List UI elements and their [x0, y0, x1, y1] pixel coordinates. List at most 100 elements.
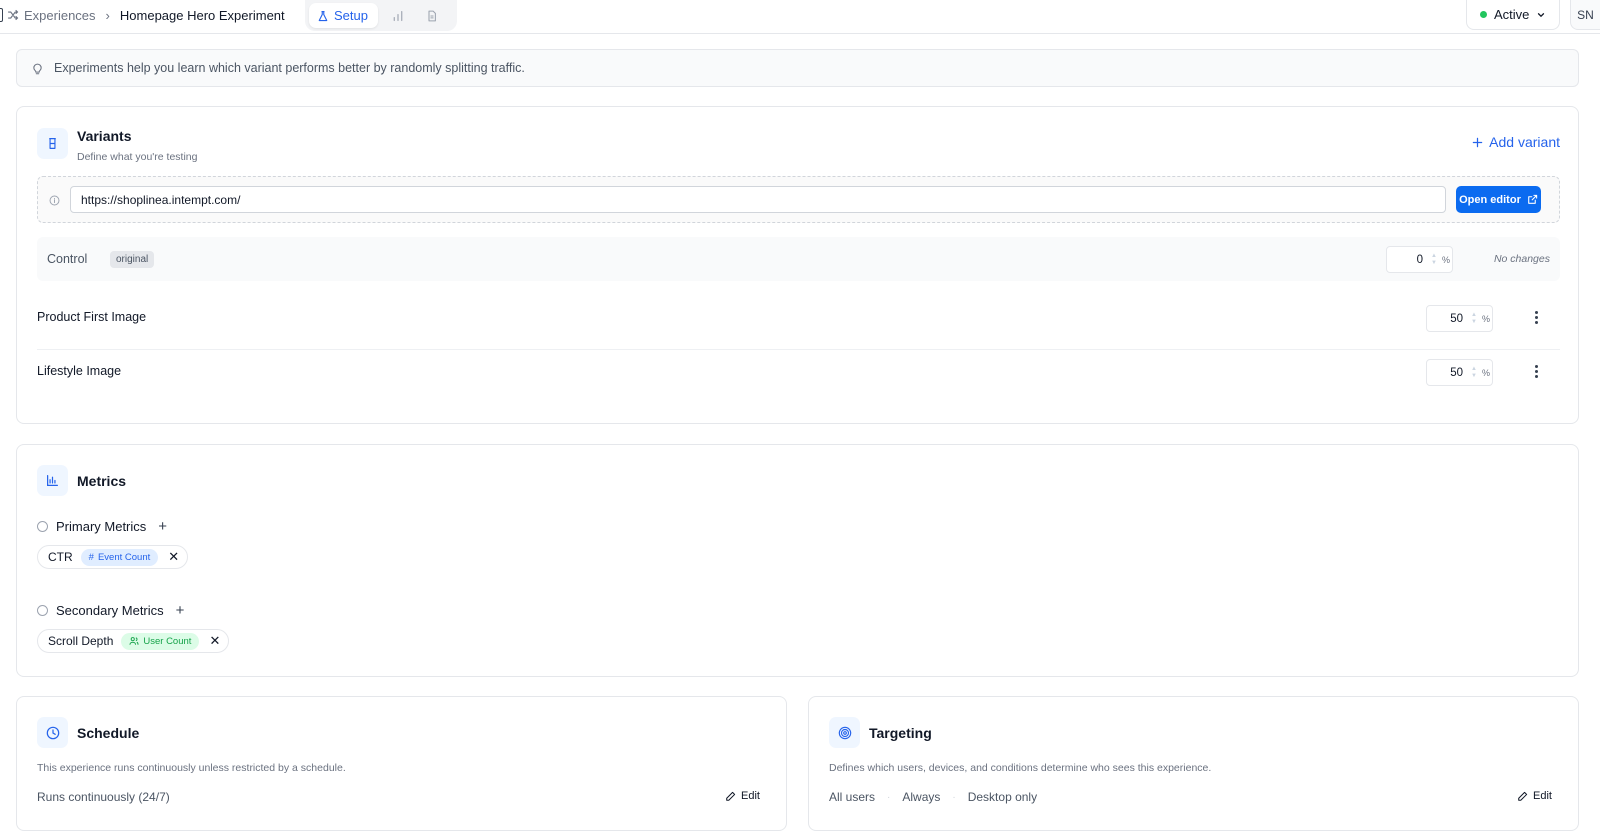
pencil-icon — [726, 791, 736, 801]
targeting-audience: All users — [829, 790, 876, 804]
more-options-icon[interactable] — [1535, 365, 1538, 378]
more-options-icon[interactable] — [1535, 311, 1538, 324]
primary-metrics-title: Primary Metrics — [56, 519, 147, 534]
metric-type-label: Event Count — [97, 551, 151, 563]
variant-row: Lifestyle Image 50 ▲ ▼ % — [37, 346, 1560, 396]
avatar[interactable]: SN — [1570, 0, 1600, 30]
percent-unit: % — [1481, 367, 1490, 378]
variant-row: Product First Image 50 ▲ ▼ % — [37, 292, 1560, 342]
editor-url-input[interactable] — [70, 186, 1446, 213]
targeting-description: Defines which users, devices, and condit… — [829, 762, 1212, 774]
percent-stepper-icon[interactable]: ▲ ▼ — [1471, 312, 1477, 325]
targeting-title: Targeting — [869, 725, 932, 741]
percent-unit: % — [1441, 254, 1450, 265]
clock-icon — [46, 726, 59, 739]
add-variant-label: Add variant — [1489, 134, 1560, 150]
shuffle-icon — [7, 9, 19, 21]
percent-stepper-icon[interactable]: ▲ ▼ — [1431, 253, 1437, 266]
info-icon — [37, 605, 48, 616]
primary-metrics-header: Primary Metrics + — [37, 518, 167, 535]
control-note: No changes — [1493, 253, 1550, 265]
lightbulb-icon — [33, 63, 42, 74]
sidebar-toggle-icon[interactable] — [0, 8, 3, 22]
status-dropdown[interactable]: Active — [1466, 0, 1560, 30]
add-variant-button[interactable]: Add variant — [1472, 134, 1560, 150]
metrics-card-icon-wrap — [37, 465, 68, 496]
targeting-card-icon-wrap — [829, 717, 860, 748]
percent-stepper-icon[interactable]: ▲ ▼ — [1471, 366, 1477, 379]
page-title: Homepage Hero Experiment — [119, 7, 285, 23]
edit-targeting-button[interactable]: Edit — [1517, 790, 1552, 802]
control-percent-input[interactable]: 0 ▲ ▼ % — [1386, 246, 1453, 273]
editor-url-box: Open editor — [37, 176, 1560, 223]
breadcrumb-separator: › — [105, 7, 110, 23]
users-icon — [129, 637, 139, 645]
control-percent-value: 0 — [1416, 253, 1423, 266]
schedule-description: This experience runs continuously unless… — [37, 762, 346, 774]
remove-metric-icon[interactable]: ✕ — [209, 633, 220, 649]
variants-card: Variants Define what you're testing Add … — [16, 106, 1579, 424]
pencil-icon — [1518, 791, 1528, 801]
top-bar: Experiences › Homepage Hero Experiment S… — [0, 0, 1600, 34]
variant-label: Lifestyle Image — [37, 364, 122, 378]
add-primary-metric-icon[interactable]: + — [158, 518, 167, 535]
info-banner: Experiments help you learn which variant… — [16, 49, 1579, 87]
percent-unit: % — [1481, 313, 1490, 324]
tab-setup-label: Setup — [334, 8, 368, 23]
targeting-card: Targeting Defines which users, devices, … — [808, 696, 1579, 831]
status-label: Active — [1494, 7, 1530, 22]
variants-title: Variants — [77, 128, 132, 144]
metric-type-tag: User Count — [121, 632, 200, 650]
targeting-summary: All users · Always · Desktop only — [829, 790, 1037, 804]
variants-subtitle: Define what you're testing — [77, 151, 198, 163]
targeting-separator: · — [887, 791, 891, 803]
breadcrumb: Experiences › Homepage Hero Experiment — [0, 0, 285, 30]
status-dot — [1480, 11, 1487, 18]
metric-name: Scroll Depth — [48, 634, 114, 648]
variant-percent-input[interactable]: 50 ▲ ▼ % — [1426, 359, 1493, 386]
open-editor-label: Open editor — [1459, 193, 1521, 206]
bar-chart-icon — [393, 10, 403, 21]
bar-chart-icon — [47, 475, 58, 486]
targeting-separator: · — [952, 791, 956, 803]
metric-type-tag: # Event Count — [80, 548, 159, 566]
metric-name: CTR — [48, 550, 73, 564]
variant-percent-input[interactable]: 50 ▲ ▼ % — [1426, 305, 1493, 332]
tab-report[interactable] — [418, 3, 446, 28]
variant-percent-value: 50 — [1450, 312, 1463, 325]
external-link-icon — [1528, 194, 1538, 204]
variant-percent-value: 50 — [1450, 366, 1463, 379]
edit-label: Edit — [741, 790, 760, 802]
open-editor-button[interactable]: Open editor — [1456, 186, 1541, 213]
target-icon — [838, 726, 851, 739]
targeting-device: Desktop only — [967, 790, 1038, 804]
tab-setup[interactable]: Setup — [309, 3, 378, 28]
remove-metric-icon[interactable]: ✕ — [168, 549, 179, 565]
control-variant-row: Control original 0 ▲ ▼ % No changes — [37, 237, 1560, 281]
control-label: Control — [47, 252, 88, 266]
add-secondary-metric-icon[interactable]: + — [176, 602, 185, 619]
secondary-metrics-title: Secondary Metrics — [56, 603, 164, 618]
flask-icon — [318, 10, 328, 21]
beaker-icon — [49, 138, 56, 149]
tab-bar: Setup — [305, 0, 457, 31]
schedule-title: Schedule — [77, 725, 140, 741]
metrics-title: Metrics — [77, 473, 127, 489]
schedule-value: Runs continuously (24/7) — [37, 790, 170, 804]
breadcrumb-experiences-link[interactable]: Experiences — [7, 8, 96, 23]
edit-label: Edit — [1533, 790, 1552, 802]
document-icon — [428, 10, 436, 21]
variants-card-icon-wrap — [37, 128, 68, 159]
tab-results[interactable] — [384, 3, 412, 28]
original-badge: original — [110, 251, 155, 268]
schedule-card-icon-wrap — [37, 717, 68, 748]
info-banner-text: Experiments help you learn which variant… — [54, 61, 525, 75]
metric-type-label: User Count — [143, 635, 192, 647]
metric-chip: Scroll Depth User Count ✕ — [37, 629, 230, 653]
variant-label: Product First Image — [37, 310, 147, 324]
targeting-timing: Always — [902, 790, 941, 804]
edit-schedule-button[interactable]: Edit — [725, 790, 760, 802]
plus-icon — [1472, 137, 1483, 147]
chevron-down-icon — [1538, 12, 1545, 17]
hash-icon: # — [88, 551, 94, 563]
